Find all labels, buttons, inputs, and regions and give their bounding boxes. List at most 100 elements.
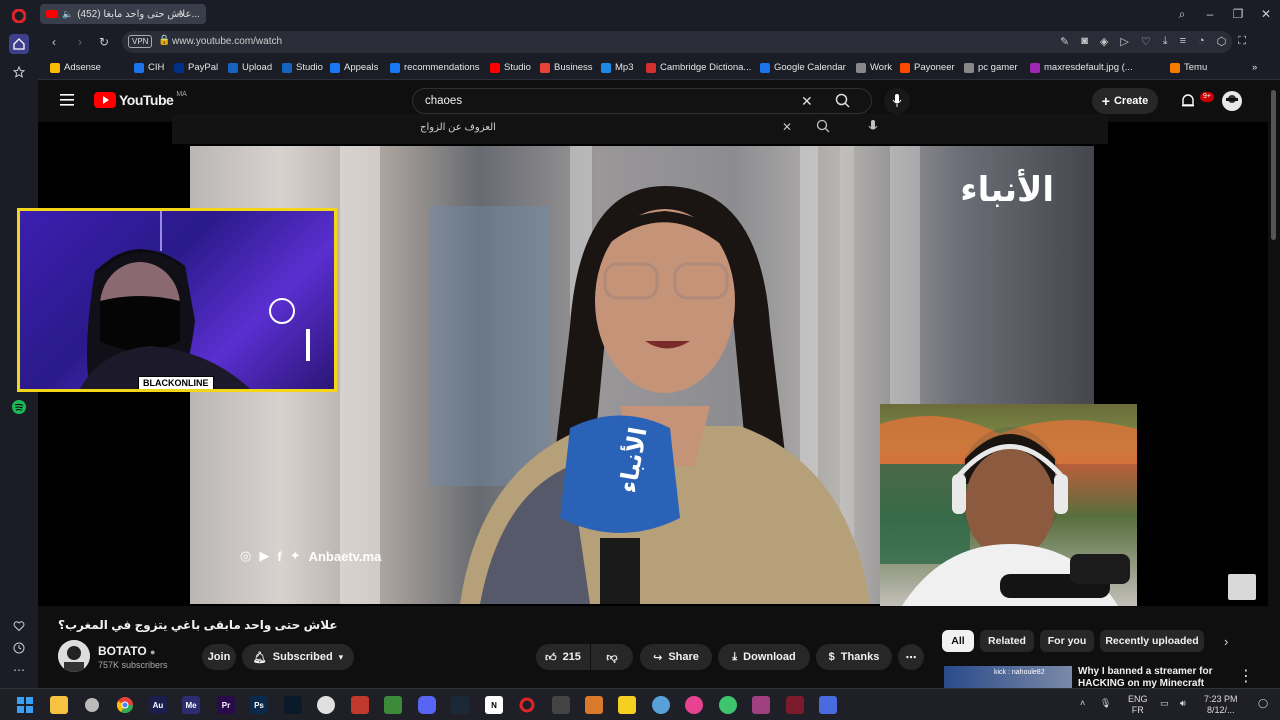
app-icon[interactable] — [719, 696, 737, 714]
back-button[interactable]: ‹ — [46, 34, 62, 50]
recommended-thumbnail[interactable]: kick : nahoule82 — [944, 666, 1072, 688]
bookmarks-overflow-icon[interactable]: » — [1252, 62, 1257, 73]
bookmark-item[interactable]: recommendations — [390, 62, 480, 73]
bookmark-item[interactable]: Mp3 — [601, 62, 633, 73]
download-icon[interactable]: ⤓ — [1163, 35, 1168, 48]
language-indicator[interactable]: ENG FR — [1128, 694, 1148, 716]
vpn-badge[interactable]: VPN — [128, 35, 153, 48]
hamburger-menu-icon[interactable] — [60, 93, 76, 107]
bookmark-item[interactable]: Studio — [282, 62, 323, 73]
app-icon[interactable] — [384, 696, 402, 714]
thanks-button[interactable]: $ Thanks — [816, 644, 892, 670]
search-icon[interactable] — [835, 93, 851, 109]
channel-avatar[interactable] — [58, 640, 90, 672]
subscribed-button[interactable]: 🔔︎ Subscribed ▾ — [242, 644, 354, 670]
photoshop-icon[interactable]: Ps — [250, 696, 268, 714]
more-icon[interactable]: ⋯ — [9, 660, 29, 680]
app-icon[interactable] — [752, 696, 770, 714]
discord-icon[interactable] — [418, 696, 436, 714]
network-icon[interactable]: ▭ — [1160, 698, 1169, 709]
speaker-icon[interactable]: 🔈 — [62, 9, 73, 20]
media-encoder-icon[interactable]: Me — [182, 696, 200, 714]
bookmark-item[interactable]: Upload — [228, 62, 272, 73]
home-icon[interactable] — [9, 34, 29, 54]
lock-icon[interactable]: 🔒 — [158, 35, 170, 46]
bookmark-item[interactable]: maxresdefault.jpg (... — [1030, 62, 1133, 73]
more-actions-button[interactable]: ⋯ — [898, 644, 924, 670]
scrollbar[interactable] — [1268, 80, 1280, 688]
file-explorer-icon[interactable] — [50, 696, 68, 714]
after-effects-icon[interactable]: Au — [149, 696, 167, 714]
avatar[interactable] — [1222, 91, 1242, 111]
app-icon[interactable] — [652, 696, 670, 714]
bookmark-item[interactable]: CIH — [134, 62, 164, 73]
app-icon[interactable] — [351, 696, 369, 714]
shield-icon[interactable]: ◈ — [1100, 35, 1108, 48]
chips-next-icon[interactable]: › — [1224, 634, 1228, 649]
bookmark-item[interactable]: pc gamer — [964, 62, 1018, 73]
url-text[interactable]: www.youtube.com/watch — [172, 36, 282, 47]
bookmark-item[interactable]: Business — [540, 62, 593, 73]
search-tabs-icon[interactable]: ⌕ — [1174, 6, 1190, 22]
app-icon[interactable] — [618, 696, 636, 714]
extensions-icon[interactable]: ⬡ — [1217, 35, 1227, 48]
reload-button[interactable]: ↻ — [96, 34, 112, 50]
close-button[interactable]: ✕ — [1258, 6, 1274, 22]
menu-icon[interactable]: ≡ — [1180, 35, 1186, 48]
bookmark-item[interactable]: PayPal — [174, 62, 218, 73]
chip-recently-uploaded[interactable]: Recently uploaded — [1100, 630, 1204, 652]
app-icon[interactable] — [819, 696, 837, 714]
maximize-button[interactable]: ❐ — [1230, 6, 1246, 22]
channel-name[interactable]: BOTATO ● — [98, 644, 155, 658]
spotify-icon[interactable] — [9, 397, 29, 417]
notion-icon[interactable]: N — [485, 696, 503, 714]
share-button[interactable]: ↪ Share — [640, 644, 712, 670]
play-icon[interactable]: ▷ — [1120, 35, 1128, 48]
camera-icon[interactable]: ◙ — [1081, 35, 1088, 48]
volume-icon[interactable]: 🔊︎ — [1180, 698, 1186, 709]
channel-corner-icon[interactable] — [1228, 574, 1256, 600]
edit-icon[interactable]: ✎ — [1060, 35, 1069, 48]
heart-icon[interactable] — [9, 616, 29, 636]
app-icon[interactable] — [685, 696, 703, 714]
app-icon[interactable] — [585, 696, 603, 714]
forward-button[interactable]: › — [72, 34, 88, 50]
search-input[interactable]: chaoes ✕ — [412, 88, 872, 114]
app-icon[interactable] — [83, 696, 101, 714]
bookmark-item[interactable]: Cambridge Dictiona... — [646, 62, 751, 73]
join-button[interactable]: Join — [202, 644, 236, 670]
tray-mic-icon[interactable]: 🎙︎ — [1100, 698, 1111, 709]
bookmark-item[interactable]: Adsense — [50, 62, 101, 73]
recommended-title[interactable]: Why I banned a streamer for HACKING on m… — [1078, 666, 1228, 688]
dislike-button[interactable]: 👎︎ — [591, 644, 633, 670]
clock[interactable]: 7:23 PM 8/12/... — [1204, 694, 1238, 716]
notification-center-icon[interactable]: ◯ — [1258, 698, 1268, 709]
youtube-logo[interactable]: YouTube MA — [94, 91, 187, 108]
star-icon[interactable] — [9, 62, 29, 82]
chip-for-you[interactable]: For you — [1040, 630, 1094, 652]
gamepad-icon[interactable] — [317, 696, 335, 714]
opera-icon[interactable] — [518, 696, 536, 714]
bookmark-item[interactable]: Temu — [1170, 62, 1207, 73]
bookmark-item[interactable]: Work — [856, 62, 892, 73]
bookmark-item[interactable]: Studio — [490, 62, 531, 73]
premiere-icon[interactable]: Pr — [217, 696, 235, 714]
bookmark-item[interactable]: Appeals — [330, 62, 378, 73]
account-icon[interactable]: ◔ — [1198, 35, 1205, 48]
recommended-more-icon[interactable]: ⋮ — [1238, 666, 1254, 686]
history-icon[interactable] — [9, 638, 29, 658]
scrollbar-thumb[interactable] — [1271, 90, 1276, 240]
bookmark-item[interactable]: Google Calendar — [760, 62, 846, 73]
new-tab-button[interactable]: + — [172, 6, 188, 22]
chip-related[interactable]: Related — [980, 630, 1034, 652]
bookmark-item[interactable]: Payoneer — [900, 62, 955, 73]
notifications-icon[interactable] — [1181, 93, 1195, 109]
tray-chevron-icon[interactable]: ˄ — [1080, 698, 1085, 709]
app-icon[interactable] — [786, 696, 804, 714]
chip-all[interactable]: All — [942, 630, 974, 652]
app-icon[interactable] — [552, 696, 570, 714]
heart-icon[interactable]: ♡ — [1141, 35, 1151, 48]
like-button[interactable]: 👍︎ 215 — [536, 644, 590, 670]
download-button[interactable]: ⤓ Download — [718, 644, 810, 670]
fullscreen-icon[interactable]: ⛶ — [1238, 35, 1246, 48]
